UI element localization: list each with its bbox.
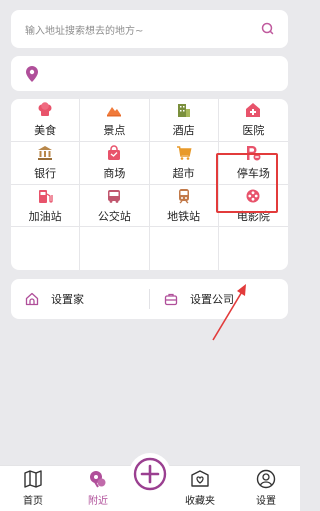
category-label: 景点 xyxy=(103,124,126,138)
category-hotel[interactable]: 酒店 xyxy=(149,99,219,142)
category-supermarket[interactable]: 超市 xyxy=(149,141,219,185)
category-label: 酒店 xyxy=(172,124,195,138)
favorites-icon xyxy=(191,470,209,487)
category-label: 公交站 xyxy=(97,209,131,223)
tab-label: 收藏夹 xyxy=(185,496,215,507)
tab-favorites[interactable]: 收藏夹 xyxy=(175,466,225,511)
current-location-bar[interactable] xyxy=(11,56,288,91)
scenic-spot-icon xyxy=(107,107,122,117)
tab-settings[interactable]: 设置 xyxy=(241,466,291,511)
add-icon xyxy=(133,457,167,491)
set-home-label: 设置家 xyxy=(51,293,84,306)
category-hospital[interactable]: 医院 xyxy=(218,99,288,142)
bank-icon xyxy=(38,146,53,161)
category-label: 美食 xyxy=(34,124,57,138)
search-input[interactable]: 输入地址搜索想去的地方~ xyxy=(25,22,260,37)
category-label: 超市 xyxy=(172,167,195,181)
user-settings-icon xyxy=(256,469,276,489)
empty-cell xyxy=(150,227,219,270)
tab-nearby[interactable]: 附近 xyxy=(73,466,123,511)
briefcase-icon xyxy=(164,293,178,306)
set-company-button[interactable]: 设置公司 xyxy=(150,279,288,319)
empty-cell xyxy=(11,227,81,270)
empty-cell xyxy=(80,227,150,270)
gas-station-icon xyxy=(39,189,53,203)
shopping-bag-icon xyxy=(108,145,121,161)
subway-icon xyxy=(178,188,189,204)
chef-hat-icon xyxy=(38,102,52,117)
shortcut-settings-card: 设置家 设置公司 xyxy=(11,279,288,319)
shopping-cart-icon xyxy=(176,146,192,160)
empty-cell xyxy=(219,227,288,270)
category-gas-station[interactable]: 加油站 xyxy=(11,184,81,228)
category-scenic[interactable]: 景点 xyxy=(80,99,150,142)
search-icon[interactable] xyxy=(260,21,276,37)
set-home-button[interactable]: 设置家 xyxy=(11,279,149,319)
category-label: 加油站 xyxy=(28,209,62,223)
category-food[interactable]: 美食 xyxy=(11,99,81,142)
category-label: 地铁站 xyxy=(167,209,201,223)
hospital-icon xyxy=(246,103,261,118)
home-icon xyxy=(25,292,39,306)
bus-icon xyxy=(108,189,121,203)
search-bar[interactable]: 输入地址搜索想去的地方~ xyxy=(11,10,288,48)
category-bank[interactable]: 银行 xyxy=(11,141,81,185)
tab-label: 设置 xyxy=(256,496,276,507)
category-label: 医院 xyxy=(242,124,265,138)
location-pin-icon xyxy=(26,65,38,82)
parking-highlight-box xyxy=(216,153,278,213)
category-bus-stop[interactable]: 公交站 xyxy=(80,184,150,228)
tab-label: 首页 xyxy=(23,496,43,507)
category-label: 银行 xyxy=(34,167,57,181)
category-label: 商场 xyxy=(103,167,126,181)
set-company-label: 设置公司 xyxy=(190,293,234,306)
tab-label: 附近 xyxy=(88,496,108,507)
category-subway[interactable]: 地铁站 xyxy=(149,184,219,228)
map-icon xyxy=(24,470,42,488)
nearby-icon xyxy=(90,471,106,488)
add-button[interactable] xyxy=(129,453,171,495)
category-mall[interactable]: 商场 xyxy=(80,141,150,185)
hotel-building-icon xyxy=(177,104,190,118)
tab-home[interactable]: 首页 xyxy=(8,466,58,511)
